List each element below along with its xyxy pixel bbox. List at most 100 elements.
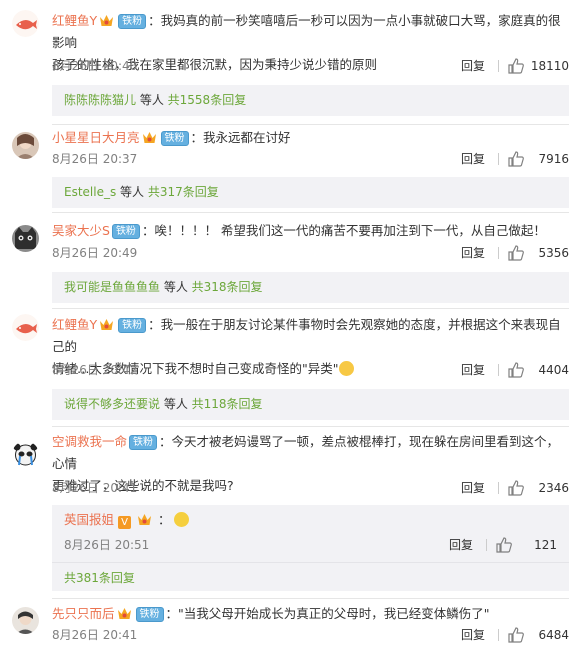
reply-button[interactable]: 回复 (461, 244, 485, 262)
reply-summary-text: 等人 (160, 280, 192, 294)
avatar[interactable] (12, 314, 39, 341)
comment-meta: 8月26日 20:40 回复 18110 (52, 57, 569, 75)
comment-meta: 8月26日 20:41 回复 6484 (52, 626, 569, 644)
like-count: 2346 (538, 481, 569, 495)
timestamp: 8月26日 20:51 (64, 538, 150, 552)
reply-button[interactable]: 回复 (461, 57, 485, 75)
colon: ： (157, 512, 171, 527)
divider (498, 364, 499, 376)
more-replies-link[interactable]: 共381条回复 (64, 571, 135, 585)
chick-emoji-icon (174, 512, 190, 527)
avatar[interactable] (12, 607, 39, 634)
verified-v-icon: V (118, 516, 131, 529)
divider (52, 124, 569, 125)
timestamp: 8月26日 20:42 (52, 363, 138, 377)
reply-summary-text: 等人 (160, 397, 192, 411)
more-replies-link[interactable]: 共317条回复 (148, 185, 219, 199)
fan-badge: 铁粉 (129, 435, 158, 450)
more-replies-link[interactable]: 共318条回复 (192, 280, 263, 294)
more-replies-link[interactable]: 共1558条回复 (168, 93, 247, 107)
reply-user-link[interactable]: 陈陈陈陈猫儿 (64, 93, 136, 107)
reply-summary[interactable]: 共381条回复 (52, 563, 135, 594)
thumbs-up-icon[interactable] (507, 479, 525, 497)
divider (52, 308, 569, 309)
fan-badge: 铁粉 (135, 607, 164, 622)
more-replies-link[interactable]: 共118条回复 (192, 397, 263, 411)
vip-crown-icon (100, 319, 114, 330)
username[interactable]: 小星星日大月亮 (52, 130, 140, 145)
divider (498, 247, 499, 259)
thumbs-up-icon[interactable] (507, 57, 525, 75)
avatar[interactable] (12, 441, 39, 468)
reply-summary[interactable]: Estelle_s 等人 共317条回复 (52, 177, 569, 208)
nested-reply: 英国报姐 V ： (64, 509, 190, 531)
divider (52, 426, 569, 427)
vip-crown-icon (137, 514, 151, 525)
like-count: 7916 (538, 152, 569, 166)
comment-feed: 红鲤鱼Y 铁粉 ：我妈真的前一秒笑嘻嘻后一秒可以因为一点小事就破口大骂，家庭真的很影… (0, 0, 583, 649)
timestamp: 8月26日 20:41 (52, 628, 138, 642)
username[interactable]: 英国报姐 (64, 512, 114, 527)
reply-user-link[interactable]: Estelle_s (64, 185, 116, 199)
divider (498, 60, 499, 72)
fan-badge: 铁粉 (160, 131, 189, 146)
comment-body: 小星星日大月亮 铁粉 ：我永远都在讨好 (52, 127, 569, 149)
fan-badge: 铁粉 (111, 224, 140, 239)
reply-user-link[interactable]: 我可能是鱼鱼鱼鱼 (64, 280, 160, 294)
divider (498, 629, 499, 641)
avatar[interactable] (12, 225, 39, 252)
thumbs-up-icon[interactable] (495, 536, 513, 554)
like-count: 5356 (538, 246, 569, 260)
fan-badge: 铁粉 (118, 14, 147, 29)
reply-button[interactable]: 回复 (461, 626, 485, 644)
reply-summary-text: 等人 (136, 93, 168, 107)
comment-text: ："当我父母开始成长为真正的父母时，我已经变体鳞伤了" (165, 606, 490, 621)
like-count: 6484 (538, 628, 569, 642)
divider (498, 482, 499, 494)
reply-summary[interactable]: 说得不够多还要说 等人 共118条回复 (52, 389, 569, 420)
reply-button[interactable]: 回复 (461, 150, 485, 168)
divider (52, 598, 569, 599)
reply-button[interactable]: 回复 (461, 479, 485, 497)
thumbs-up-icon[interactable] (507, 150, 525, 168)
divider (498, 153, 499, 165)
thumbs-up-icon[interactable] (507, 244, 525, 262)
reply-summary[interactable]: 我可能是鱼鱼鱼鱼 等人 共318条回复 (52, 272, 569, 303)
comment-text: ：我永远都在讨好 (190, 130, 291, 145)
comment-meta: 8月26日 20:42 回复 4404 (52, 361, 569, 379)
username[interactable]: 先只只而后 (52, 606, 115, 621)
fan-badge: 铁粉 (118, 318, 147, 333)
like-count: 121 (534, 538, 557, 552)
thumbs-up-icon[interactable] (507, 361, 525, 379)
timestamp: 8月26日 20:41 (52, 481, 138, 495)
comment-text: ：唉！！！！ 希望我们这一代的痛苦不要再加注到下一代，从自己做起！ (141, 223, 546, 238)
reply-user-link[interactable]: 说得不够多还要说 (64, 397, 160, 411)
username[interactable]: 红鲤鱼Y (52, 13, 97, 28)
avatar[interactable] (12, 10, 39, 37)
comment-body: 吴家大少S 铁粉 ：唉！！！！ 希望我们这一代的痛苦不要再加注到下一代，从自己做起！ (52, 220, 569, 242)
comment-meta: 8月26日 20:41 回复 2346 (52, 479, 569, 497)
timestamp: 8月26日 20:49 (52, 246, 138, 260)
divider (486, 539, 487, 551)
vip-crown-icon (117, 608, 131, 619)
reply-button[interactable]: 回复 (461, 361, 485, 379)
reply-button[interactable]: 回复 (449, 536, 473, 554)
like-count: 18110 (530, 59, 569, 73)
username[interactable]: 红鲤鱼Y (52, 317, 97, 332)
nested-reply-meta: 8月26日 20:51 回复 121 (64, 536, 557, 554)
comment-meta: 8月26日 20:49 回复 5356 (52, 244, 569, 262)
comment-meta: 8月26日 20:37 回复 7916 (52, 150, 569, 168)
vip-crown-icon (100, 15, 114, 26)
timestamp: 8月26日 20:37 (52, 152, 138, 166)
username[interactable]: 空调救我一命 (52, 434, 127, 449)
reply-summary-text: 等人 (116, 185, 148, 199)
like-count: 4404 (538, 363, 569, 377)
username[interactable]: 吴家大少S (52, 223, 110, 238)
comment-body: 先只只而后 铁粉 ："当我父母开始成长为真正的父母时，我已经变体鳞伤了" (52, 603, 569, 625)
thumbs-up-icon[interactable] (507, 626, 525, 644)
vip-crown-icon (142, 132, 156, 143)
divider (52, 212, 569, 213)
nested-replies: 英国报姐 V ： 8月26日 20:51 回复 121 共381条回复 (52, 505, 569, 591)
reply-summary[interactable]: 陈陈陈陈猫儿 等人 共1558条回复 (52, 85, 569, 116)
avatar[interactable] (12, 132, 39, 159)
